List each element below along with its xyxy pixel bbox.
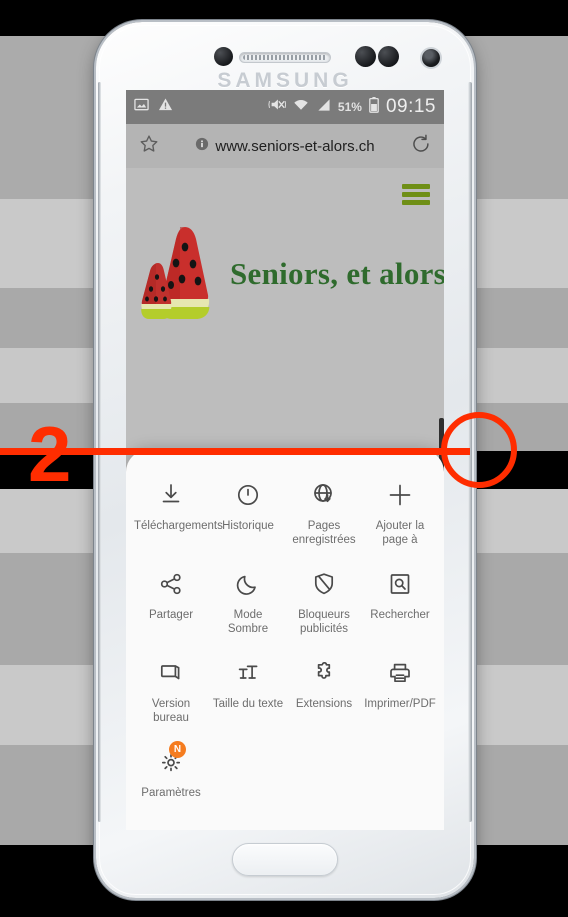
menu-item-label: Mode Sombre bbox=[227, 609, 269, 635]
reload-icon[interactable] bbox=[410, 133, 432, 160]
phone-screen: 51% 09:15 www.seniors-et-alors.ch Senior… bbox=[126, 90, 444, 830]
site-header: Seniors, et alors... bbox=[126, 214, 444, 334]
menu-item-desktop-site[interactable]: Version bureau bbox=[132, 650, 210, 729]
proximity-sensor-icon bbox=[355, 46, 376, 67]
menu-item-label: Rechercher bbox=[370, 609, 430, 621]
puzzle-icon bbox=[311, 656, 337, 690]
menu-item-text-size[interactable]: Taille du texte bbox=[210, 650, 286, 729]
history-clock-icon bbox=[235, 478, 261, 512]
mute-vibrate-icon bbox=[268, 97, 287, 117]
warning-icon bbox=[158, 97, 173, 117]
globe-download-icon bbox=[311, 478, 337, 512]
plus-icon bbox=[386, 478, 414, 512]
menu-item-label: Ajouter la page à bbox=[375, 520, 425, 546]
battery-percent-label: 51% bbox=[337, 100, 362, 114]
menu-item-label: Extensions bbox=[295, 698, 353, 710]
hamburger-icon[interactable] bbox=[402, 184, 430, 205]
web-page-content: Seniors, et alors... Téléchargements bbox=[126, 168, 444, 830]
shield-block-icon bbox=[311, 567, 337, 601]
menu-item-history[interactable]: Historique bbox=[210, 472, 286, 551]
share-icon bbox=[158, 567, 184, 601]
menu-item-share[interactable]: Partager bbox=[132, 561, 210, 640]
menu-item-saved-pages[interactable]: Pages enregistrées bbox=[286, 472, 362, 551]
gear-icon: N bbox=[158, 741, 186, 779]
home-button[interactable] bbox=[232, 843, 338, 876]
download-icon bbox=[158, 478, 184, 512]
annotation-step-number: 2 bbox=[28, 410, 72, 498]
status-bar: 51% 09:15 bbox=[126, 90, 444, 124]
url-display[interactable]: www.seniors-et-alors.ch bbox=[166, 137, 404, 155]
menu-item-label: Paramètres bbox=[141, 787, 201, 799]
front-camera-icon bbox=[214, 47, 233, 66]
menu-item-label: Imprimer/PDF bbox=[364, 698, 436, 710]
star-icon[interactable] bbox=[138, 133, 160, 160]
menu-item-extensions[interactable]: Extensions bbox=[286, 650, 362, 729]
menu-item-dark-mode[interactable]: Mode Sombre bbox=[210, 561, 286, 640]
menu-item-label: Partager bbox=[148, 609, 194, 621]
menu-item-label: Taille du texte bbox=[212, 698, 284, 710]
status-clock: 09:15 bbox=[385, 96, 436, 117]
settings-new-badge: N bbox=[169, 741, 186, 758]
led-indicator-icon bbox=[422, 49, 440, 67]
printer-icon bbox=[387, 656, 413, 690]
speaker-grille-icon bbox=[239, 52, 331, 63]
menu-item-label: Version bureau bbox=[151, 698, 191, 724]
signal-icon bbox=[316, 98, 331, 117]
browser-menu-sheet: Téléchargements Historique Pages enregis… bbox=[126, 450, 444, 830]
menu-item-label: Historique bbox=[222, 520, 274, 532]
menu-item-ad-blockers[interactable]: Bloqueurs publicités bbox=[286, 561, 362, 640]
menu-item-add-page-to[interactable]: Ajouter la page à bbox=[362, 472, 438, 551]
image-icon bbox=[134, 97, 149, 117]
menu-grid: Téléchargements Historique Pages enregis… bbox=[132, 472, 438, 804]
url-text: www.seniors-et-alors.ch bbox=[215, 137, 375, 155]
text-size-icon bbox=[235, 656, 261, 690]
light-sensor-icon bbox=[378, 46, 399, 67]
screenshot-canvas: SAMSUNG 51% 09:15 www.seniors-et-alors.c… bbox=[0, 0, 568, 917]
menu-item-label: Téléchargements bbox=[134, 520, 223, 532]
info-icon[interactable] bbox=[195, 137, 209, 155]
find-in-page-icon bbox=[387, 567, 413, 601]
annotation-highlight-circle bbox=[441, 412, 517, 488]
wifi-icon bbox=[293, 98, 309, 117]
menu-item-settings[interactable]: N Paramètres bbox=[132, 739, 210, 804]
browser-url-bar[interactable]: www.seniors-et-alors.ch bbox=[126, 124, 444, 168]
menu-item-downloads[interactable]: Téléchargements bbox=[132, 472, 223, 551]
battery-icon bbox=[369, 96, 379, 118]
page-title: Seniors, et alors... bbox=[230, 256, 444, 291]
desktop-icon bbox=[158, 656, 184, 690]
phone-device: SAMSUNG 51% 09:15 www.seniors-et-alors.c… bbox=[96, 22, 474, 898]
menu-item-find-in-page[interactable]: Rechercher bbox=[362, 561, 438, 640]
watermelon-logo-icon bbox=[138, 219, 224, 329]
menu-item-print-pdf[interactable]: Imprimer/PDF bbox=[362, 650, 438, 729]
menu-item-label: Bloqueurs publicités bbox=[298, 609, 350, 635]
menu-item-label: Pages enregistrées bbox=[292, 520, 356, 546]
moon-icon bbox=[235, 567, 261, 601]
